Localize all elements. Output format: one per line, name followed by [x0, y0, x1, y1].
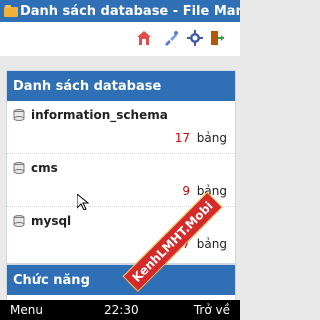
- database-icon: [13, 215, 25, 227]
- database-name: mysql: [31, 214, 72, 228]
- window-title: Danh sách database - File Manag...: [19, 3, 240, 19]
- table-count: 17 bảng: [175, 131, 227, 145]
- exit-icon[interactable]: [209, 30, 225, 46]
- folder-icon: [4, 5, 18, 17]
- function-panel: Chức năng: [6, 264, 236, 302]
- count-number: 9: [182, 184, 190, 198]
- database-item[interactable]: information_schema 17 bảng: [7, 101, 235, 154]
- tools-icon[interactable]: [163, 30, 179, 46]
- toolbar: [0, 22, 240, 56]
- database-list-header: Danh sách database: [7, 71, 235, 101]
- database-list-panel: Danh sách database information_schema 17…: [6, 70, 236, 264]
- back-softkey[interactable]: Trở về: [194, 303, 230, 317]
- gear-icon[interactable]: [187, 30, 203, 46]
- database-icon: [13, 162, 25, 174]
- home-icon[interactable]: [136, 30, 152, 46]
- cursor-icon: [77, 194, 89, 210]
- database-name: cms: [31, 161, 58, 175]
- clock: 22:30: [104, 303, 139, 317]
- menu-softkey[interactable]: Menu: [10, 303, 43, 317]
- count-unit: bảng: [196, 237, 227, 251]
- database-name: information_schema: [31, 108, 168, 122]
- count-unit: bảng: [196, 131, 227, 145]
- count-number: 17: [174, 131, 190, 145]
- title-bar: Danh sách database - File Manag...: [0, 0, 240, 22]
- database-icon: [13, 109, 25, 121]
- function-header: Chức năng: [7, 265, 235, 295]
- softkey-bar: Menu 22:30 Trở về: [0, 300, 240, 320]
